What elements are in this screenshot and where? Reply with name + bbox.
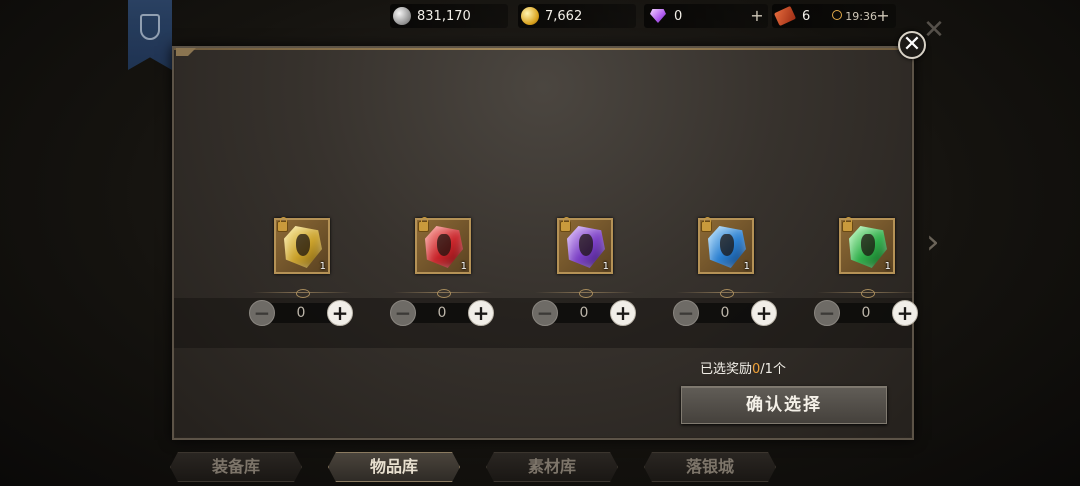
alarm-clock-icon bbox=[832, 9, 843, 20]
tab-materials[interactable]: 素材库 bbox=[486, 452, 618, 482]
hero-portrait bbox=[437, 234, 451, 256]
ticket-amount: 6 bbox=[802, 8, 811, 24]
ticket-icon bbox=[773, 5, 797, 27]
increase-button[interactable]: + bbox=[892, 300, 918, 326]
ornament-divider bbox=[252, 289, 352, 298]
background-close-icon: ✕ bbox=[923, 15, 945, 45]
lock-icon bbox=[842, 217, 853, 232]
quantity-stepper: − 0 + bbox=[249, 300, 353, 326]
lock-icon bbox=[277, 217, 288, 232]
gold-amount: 7,662 bbox=[545, 8, 583, 24]
clock-time: 19:36 bbox=[845, 9, 877, 23]
quantity-value: 0 bbox=[579, 305, 589, 321]
quantity-stepper: − 0 + bbox=[814, 300, 918, 326]
lock-icon bbox=[701, 217, 712, 232]
decrease-button[interactable]: − bbox=[532, 300, 558, 326]
tab-items[interactable]: 物品库 bbox=[328, 452, 460, 482]
quantity-value: 0 bbox=[720, 305, 730, 321]
quantity-value: 0 bbox=[437, 305, 447, 321]
quantity-value: 0 bbox=[861, 305, 871, 321]
decrease-button[interactable]: − bbox=[249, 300, 275, 326]
next-page-arrow-icon[interactable]: › bbox=[926, 222, 948, 262]
clock: 19:36 bbox=[832, 9, 877, 23]
decrease-button[interactable]: − bbox=[814, 300, 840, 326]
increase-button[interactable]: + bbox=[610, 300, 636, 326]
ornament-divider bbox=[676, 289, 776, 298]
diamond-amount: 0 bbox=[674, 8, 683, 24]
hero-portrait bbox=[579, 234, 593, 256]
gold-coin-icon bbox=[521, 7, 539, 25]
item-count: 1 bbox=[743, 261, 750, 272]
confirm-selection-button[interactable]: 确认选择 bbox=[681, 386, 887, 424]
hero-portrait bbox=[296, 234, 310, 256]
increase-button[interactable]: + bbox=[468, 300, 494, 326]
resource-bar: 831,170 7,662 0 + 6 19:36 + bbox=[0, 4, 1080, 28]
ornament-divider bbox=[393, 289, 493, 298]
item-count: 1 bbox=[602, 261, 609, 272]
lock-icon bbox=[560, 217, 571, 232]
quantity-stepper: − 0 + bbox=[673, 300, 777, 326]
reward-item[interactable]: 1 bbox=[698, 217, 754, 274]
hero-portrait bbox=[861, 234, 875, 256]
reward-item[interactable]: 1 bbox=[274, 217, 330, 274]
tab-luoyin-city[interactable]: 落银城 bbox=[644, 452, 776, 482]
quantity-stepper: − 0 + bbox=[390, 300, 494, 326]
silver-coin-icon bbox=[393, 7, 411, 25]
reward-item[interactable]: 1 bbox=[557, 217, 613, 274]
item-count: 1 bbox=[884, 261, 891, 272]
close-button[interactable]: ✕ bbox=[898, 31, 926, 59]
lock-icon bbox=[418, 217, 429, 232]
decrease-button[interactable]: − bbox=[390, 300, 416, 326]
ornament-divider bbox=[817, 289, 917, 298]
silver-resource: 831,170 bbox=[390, 4, 508, 28]
selection-prefix: 已选奖励 bbox=[700, 362, 753, 377]
gold-resource: 7,662 bbox=[518, 4, 636, 28]
tab-equipment[interactable]: 装备库 bbox=[170, 452, 302, 482]
add-diamond-icon[interactable]: + bbox=[750, 8, 764, 24]
reward-item[interactable]: 1 bbox=[839, 217, 895, 274]
quantity-stepper: − 0 + bbox=[532, 300, 636, 326]
corner-ornament bbox=[176, 48, 196, 56]
item-count: 1 bbox=[319, 261, 326, 272]
hero-portrait bbox=[720, 234, 734, 256]
add-ticket-icon[interactable]: + bbox=[876, 8, 890, 24]
silver-amount: 831,170 bbox=[417, 8, 471, 24]
ornament-divider bbox=[535, 289, 635, 298]
quantity-value: 0 bbox=[296, 305, 306, 321]
decrease-button[interactable]: − bbox=[673, 300, 699, 326]
increase-button[interactable]: + bbox=[327, 300, 353, 326]
selection-count: 已选奖励0/1个 bbox=[700, 358, 900, 378]
item-count: 1 bbox=[460, 261, 467, 272]
selection-suffix: /1个 bbox=[760, 362, 786, 377]
reward-item[interactable]: 1 bbox=[415, 217, 471, 274]
increase-button[interactable]: + bbox=[751, 300, 777, 326]
diamond-icon bbox=[650, 9, 666, 23]
